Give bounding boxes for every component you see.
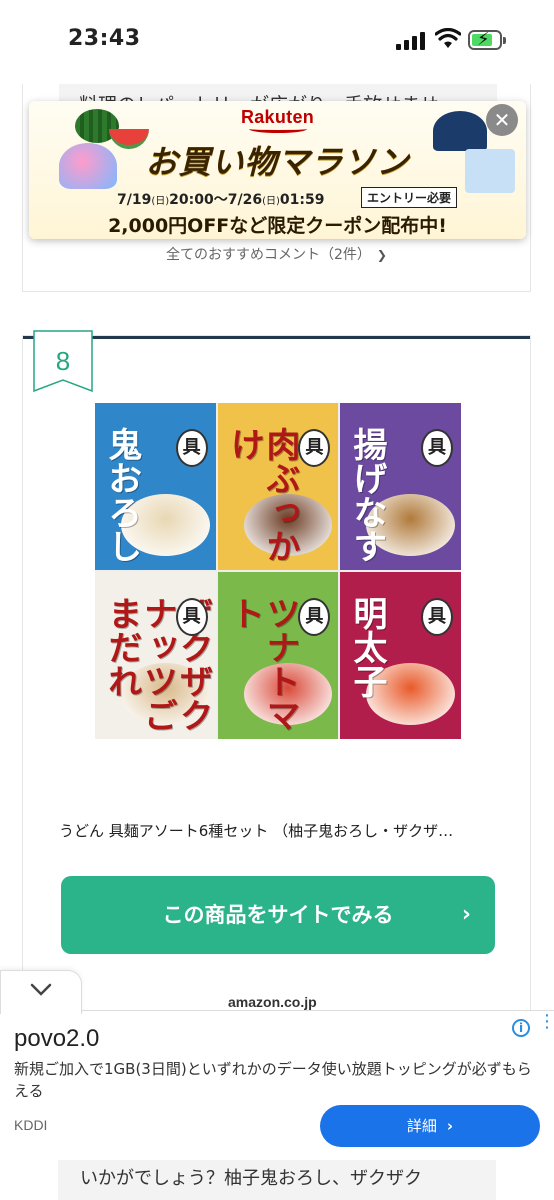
rakuten-banner-title: お買い物マラソン (145, 143, 410, 181)
next-comment-text: いかがでしょう？柚子鬼おろし、ザクザク (80, 1168, 422, 1189)
gu-men-logo: 具 (298, 429, 331, 467)
ad-details-button[interactable]: 詳細 › (320, 1105, 540, 1147)
rakuten-logo: Rakuten (29, 107, 526, 133)
battery-icon: ⚡ (468, 29, 502, 50)
product-image[interactable]: 鬼おろし具肉ぶっかけ具揚げなす具ザクザクナッツごまだれ具ツナトマト具明太子具 (95, 403, 461, 739)
battery-cap (503, 37, 506, 44)
product-package-name: 明太子 (347, 596, 388, 698)
product-package: 揚げなす具 (340, 403, 461, 570)
view-on-site-label: この商品をサイトでみる (162, 903, 394, 927)
date-start: 7/19 (117, 192, 152, 208)
chevron-right-icon: › (446, 1117, 454, 1135)
product-package: 肉ぶっかけ具 (217, 403, 339, 570)
date-end-day: (日) (262, 196, 280, 207)
chevron-right-icon: › (461, 902, 471, 927)
gu-men-logo: 具 (420, 598, 453, 636)
cellular-signal-icon (396, 30, 426, 50)
view-on-site-button[interactable]: この商品をサイトでみる › (61, 876, 495, 954)
rank-number: 8 (55, 346, 71, 376)
ad-description: 新規ご加入で1GB(3日間)といずれかのデータ使い放題トッピングが必ずもらえる (14, 1060, 532, 1100)
see-all-comments-link[interactable]: 全てのおすすめコメント（2件） ❯ (23, 244, 530, 264)
ad-brand: povo2.0 (14, 1025, 100, 1052)
rakuten-logo-text: Rakuten (240, 107, 315, 127)
product-package: 明太子具 (340, 572, 461, 739)
product-package-name: 鬼おろし (101, 427, 142, 563)
product-package: 鬼おろし具 (95, 403, 216, 570)
ad-collapse-tab[interactable] (0, 970, 82, 1014)
rakuten-banner-ad[interactable]: Rakuten お買い物マラソン 7/19(日)20:00〜7/26(日)01:… (29, 101, 526, 239)
product-package-name: ツナトマト (224, 596, 301, 732)
product-title[interactable]: うどん 具麺アソート6種セット （柚子鬼おろし・ザクザ… (59, 820, 499, 841)
date-end-time: 01:59 (279, 192, 325, 208)
product-package: ツナトマト具 (217, 572, 339, 739)
gu-men-logo: 具 (175, 598, 208, 636)
ad-advertiser: KDDI (14, 1117, 48, 1133)
product-package-name: 肉ぶっかけ (224, 427, 301, 563)
ad-details-label: 詳細 (406, 1117, 437, 1135)
item-card-divider (23, 336, 530, 339)
close-icon[interactable]: ✕ (486, 104, 518, 136)
product-package-name: 揚げなす (347, 427, 388, 563)
amazon-logo: amazon.co.jp (228, 994, 317, 1010)
product-package: ザクザクナッツごまだれ具 (95, 572, 216, 739)
date-end: 7/26 (227, 192, 263, 208)
rakuten-banner-dates: 7/19(日)20:00〜7/26(日)01:59 (117, 189, 324, 209)
date-start-day: (日) (151, 196, 170, 207)
status-bar: 23:43 ⚡ (0, 0, 554, 84)
povo-ad[interactable]: povo2.0 i ⋮ 新規ご加入で1GB(3日間)といずれかのデータ使い放題ト… (0, 1010, 554, 1160)
status-time: 23:43 (68, 26, 141, 51)
gu-men-logo: 具 (420, 429, 453, 467)
gu-men-logo: 具 (175, 429, 208, 467)
date-start-time: 20:00〜 (169, 192, 228, 208)
more-vert-icon[interactable]: ⋮ (538, 1013, 554, 1031)
entry-required-badge: エントリー必要 (361, 187, 458, 208)
gu-men-logo: 具 (298, 598, 331, 636)
see-all-comments-label: 全てのおすすめコメント（2件） (166, 247, 371, 263)
chevron-down-icon: ❯ (376, 248, 387, 262)
info-icon[interactable]: i (512, 1019, 530, 1037)
item-card: 8 鬼おろし具肉ぶっかけ具揚げなす具ザクザクナッツごまだれ具ツナトマト具明太子具… (22, 330, 531, 1035)
rakuten-coupon-text: 2,000円OFFなど限定クーポン配布中! (108, 215, 447, 237)
wifi-icon (435, 28, 461, 48)
chevron-down-icon (30, 983, 52, 996)
